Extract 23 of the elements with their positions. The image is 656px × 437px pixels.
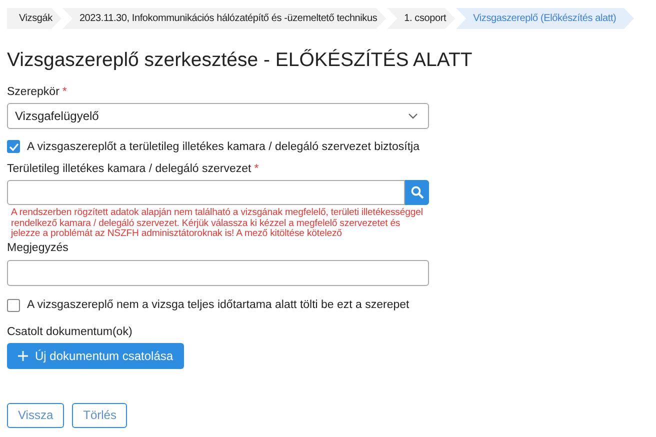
required-mark: * [62, 86, 67, 98]
field-label: Megjegyzés [7, 242, 68, 254]
field-label: Területileg illetékes kamara / delegáló szervezet [7, 163, 252, 175]
plus-icon [18, 350, 28, 360]
required-mark: * [254, 163, 259, 175]
checkbox[interactable] [7, 140, 20, 153]
breadcrumb-item[interactable]: 2023.11.30, Infokommunikációs hálózatépítő és -üzemeltető technikus [62, 8, 386, 29]
error-message: A rendszerben rögzített adatok alapján nem található a vizsgának megfelelő, területi illetékességgel rendelkező kamara / delegáló szervezet. Kérjük válassza ki kézzel a megfelelő szervezetet és jelezze a problémát az NSZFH adminisztátoroknak is! A mező kitöltése kötelező [11, 208, 424, 240]
checkbox[interactable] [7, 298, 20, 312]
search-icon [410, 186, 424, 199]
search-button[interactable] [405, 180, 429, 205]
checkbox-label: A vizsgaszereplő nem a vizsga teljes időtartama alatt tölti be ezt a szerepet [27, 299, 410, 311]
breadcrumb-item[interactable]: 1. csoport [387, 8, 456, 29]
chevron-down-icon [408, 113, 418, 119]
breadcrumb-item[interactable]: Vizsgák [7, 8, 62, 29]
note-field[interactable] [7, 260, 429, 286]
add-document-button[interactable]: Új dokumentum csatolása [7, 342, 184, 368]
role-dropdown[interactable]: Vizsgafelügyelő [7, 103, 429, 129]
checkbox-label: A vizsgaszereplőt a területileg illetékes kamara / delegáló szervezet biztosítja [27, 140, 420, 152]
field-label: Szerepkör [7, 86, 60, 98]
field-label: Csatolt dokumentum(ok) [7, 326, 132, 338]
page-title: Vizsgaszereplő szerkesztése - ELŐKÉSZÍTÉS ALATT [7, 49, 474, 72]
organization-field[interactable] [7, 180, 405, 205]
